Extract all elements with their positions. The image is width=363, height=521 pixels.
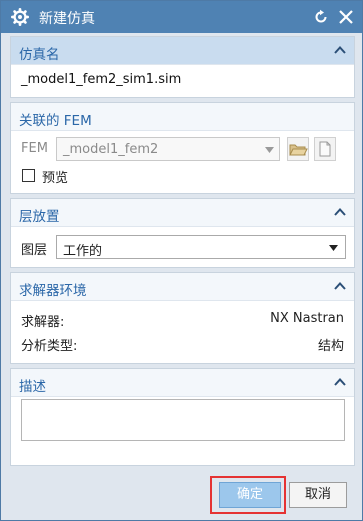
description-header[interactable]: 描述	[11, 369, 354, 397]
analysis-type-key: 分析类型:	[21, 339, 78, 354]
fem-dropdown[interactable]: _model1_fem2	[56, 137, 280, 161]
collapse-icon[interactable]	[334, 207, 346, 217]
description-textarea[interactable]	[21, 399, 345, 441]
analysis-type-value: 结构	[317, 339, 344, 354]
preview-label[interactable]: 预览	[42, 167, 68, 186]
solver-key: 求解器:	[21, 315, 65, 330]
dialog-titlebar[interactable]: 新建仿真	[1, 1, 362, 33]
description-section: 描述	[10, 368, 355, 466]
layer-label: 图层	[21, 243, 48, 258]
section-title: 关联的 FEM	[19, 113, 92, 129]
collapse-icon[interactable]	[334, 45, 346, 55]
layer-dropdown[interactable]: 工作的	[56, 235, 346, 259]
section-title: 层放置	[19, 209, 60, 225]
sim-name-header[interactable]: 仿真名	[11, 37, 354, 65]
sim-name-section: 仿真名 _model1_fem2_sim1.sim	[10, 36, 355, 98]
new-file-button[interactable]	[314, 137, 336, 161]
sim-name-value[interactable]: _model1_fem2_sim1.sim	[21, 72, 181, 87]
document-icon	[319, 141, 331, 157]
gear-icon	[11, 8, 29, 26]
chevron-down-icon	[265, 147, 274, 153]
open-folder-button[interactable]	[287, 137, 309, 161]
close-icon[interactable]	[338, 9, 354, 25]
solver-environment-section: 求解器环境 求解器: NX Nastran 分析类型: 结构	[10, 272, 355, 364]
folder-icon	[289, 144, 308, 156]
chevron-down-icon	[329, 245, 338, 251]
layer-placement-section: 层放置 图层 工作的	[10, 198, 355, 268]
collapse-icon[interactable]	[334, 377, 346, 387]
section-title: 求解器环境	[19, 283, 87, 299]
solver-header[interactable]: 求解器环境	[11, 273, 354, 301]
layer-header[interactable]: 层放置	[11, 199, 354, 227]
collapse-icon[interactable]	[334, 281, 346, 291]
new-simulation-dialog: 新建仿真 仿真名 _model1_fem2_sim1.sim 关联的 FEM F…	[0, 0, 363, 521]
associated-fem-section: 关联的 FEM FEM _model1_fem2 预览	[10, 102, 355, 194]
cancel-button[interactable]: 取消	[289, 482, 347, 508]
section-title: 仿真名	[19, 47, 60, 63]
fem-header[interactable]: 关联的 FEM	[11, 103, 354, 131]
dialog-title: 新建仿真	[39, 11, 95, 27]
section-title: 描述	[19, 379, 46, 395]
reset-icon[interactable]	[313, 9, 329, 25]
fem-selected-value: _model1_fem2	[63, 142, 159, 157]
fem-label: FEM	[21, 141, 48, 156]
ok-button[interactable]: 确定	[219, 482, 281, 508]
preview-checkbox[interactable]	[22, 169, 35, 182]
layer-selected-value: 工作的	[63, 244, 103, 259]
solver-value: NX Nastran	[270, 311, 344, 326]
